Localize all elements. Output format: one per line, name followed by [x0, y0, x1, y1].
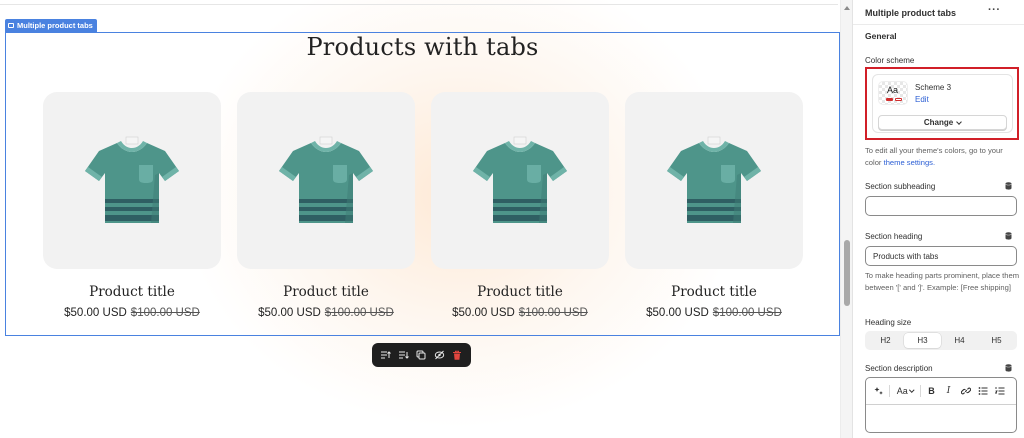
link-icon[interactable]: [957, 384, 974, 398]
swatch-text: Aa: [887, 85, 899, 95]
sale-price: $50.00 USD: [452, 307, 515, 319]
settings-group-title: General: [865, 31, 897, 41]
settings-panel: Multiple product tabs ··· General Color …: [852, 0, 1024, 438]
section-description-editor[interactable]: Aa B I: [865, 377, 1017, 433]
product-image[interactable]: [625, 92, 803, 269]
product-title[interactable]: Product title: [43, 284, 221, 300]
heading-size-h3[interactable]: H3: [904, 333, 941, 348]
product-price: $50.00 USD $100.00 USD: [237, 307, 415, 319]
theme-settings-link[interactable]: theme settings.: [884, 158, 936, 167]
product-card[interactable]: Product title $50.00 USD $100.00 USD: [625, 92, 803, 319]
heading-size-label: Heading size: [865, 318, 912, 327]
preview-canvas: Multiple product tabs Products with tabs…: [0, 0, 852, 438]
section-subheading-label: Section subheading: [865, 182, 936, 191]
section-heading: Products with tabs: [306, 33, 539, 61]
numbered-list-icon[interactable]: [991, 384, 1008, 398]
dynamic-source-icon[interactable]: [1005, 364, 1012, 372]
delete-icon[interactable]: [450, 348, 464, 362]
scroll-thumb[interactable]: [844, 240, 850, 306]
section-description-label: Section description: [865, 364, 933, 373]
tshirt-icon: [667, 136, 761, 223]
compare-price: $100.00 USD: [324, 307, 394, 319]
scroll-up-arrow-icon[interactable]: [844, 6, 850, 10]
toolbar-separator: [889, 385, 890, 397]
sale-price: $50.00 USD: [646, 307, 709, 319]
annotation-highlight-box: Aa Scheme 3 Edit Change: [865, 67, 1019, 140]
heading-size-h5[interactable]: H5: [978, 333, 1015, 348]
text-format-label: Aa: [896, 386, 908, 396]
heading-size-h2[interactable]: H2: [867, 333, 904, 348]
duplicate-icon[interactable]: [414, 348, 428, 362]
swatch-button-primary: [886, 98, 893, 101]
product-title[interactable]: Product title: [237, 284, 415, 300]
product-title[interactable]: Product title: [431, 284, 609, 300]
change-button-label: Change: [923, 118, 954, 127]
bullet-list-icon[interactable]: [974, 384, 991, 398]
tshirt-icon: [85, 136, 179, 223]
rich-text-toolbar: Aa B I: [866, 378, 1016, 405]
italic-icon[interactable]: I: [940, 384, 957, 398]
canvas-divider: [0, 4, 838, 5]
heading-size-selector: H2 H3 H4 H5: [865, 331, 1017, 350]
product-card[interactable]: Product title $50.00 USD $100.00 USD: [43, 92, 221, 319]
ai-sparkle-icon[interactable]: [870, 384, 887, 398]
tshirt-icon: [279, 136, 373, 223]
tshirt-icon: [473, 136, 567, 223]
move-down-icon[interactable]: [397, 348, 411, 362]
chevron-down-icon: [909, 387, 914, 393]
chevron-down-icon: [956, 118, 963, 125]
compare-price: $100.00 USD: [130, 307, 200, 319]
toolbar-separator: [920, 385, 921, 397]
compare-price: $100.00 USD: [518, 307, 588, 319]
change-scheme-button[interactable]: Change: [878, 115, 1007, 130]
section-tag[interactable]: Multiple product tabs: [5, 19, 97, 32]
section-heading-input[interactable]: Products with tabs: [865, 246, 1017, 266]
section-heading-label: Section heading: [865, 232, 923, 241]
section-floating-toolbar: [372, 343, 471, 367]
swatch-button-secondary: [895, 98, 902, 101]
color-scheme-help: To edit all your theme's colors, go to y…: [865, 145, 1020, 168]
scheme-edit-link[interactable]: Edit: [915, 95, 929, 104]
hide-icon[interactable]: [432, 348, 446, 362]
text-format-dropdown[interactable]: Aa: [892, 384, 918, 398]
panel-title: Multiple product tabs: [865, 8, 956, 18]
dynamic-source-icon[interactable]: [1005, 182, 1012, 190]
section-tag-label: Multiple product tabs: [17, 21, 93, 30]
product-price: $50.00 USD $100.00 USD: [43, 307, 221, 319]
panel-divider: [853, 24, 1024, 25]
section-icon: [8, 23, 14, 28]
dynamic-source-icon[interactable]: [1005, 232, 1012, 240]
sale-price: $50.00 USD: [64, 307, 127, 319]
sale-price: $50.00 USD: [258, 307, 321, 319]
move-up-icon[interactable]: [379, 348, 393, 362]
product-price: $50.00 USD $100.00 USD: [431, 307, 609, 319]
product-image[interactable]: [237, 92, 415, 269]
color-scheme-label: Color scheme: [865, 56, 915, 65]
bold-icon[interactable]: B: [923, 384, 940, 398]
more-actions-icon[interactable]: ···: [988, 4, 1001, 16]
scheme-swatch[interactable]: Aa: [878, 81, 908, 105]
section-subheading-input[interactable]: [865, 196, 1017, 216]
section-heading-help: To make heading parts prominent, place t…: [865, 271, 1020, 292]
preview-scrollbar[interactable]: [840, 0, 852, 438]
product-image[interactable]: [431, 92, 609, 269]
product-price: $50.00 USD $100.00 USD: [625, 307, 803, 319]
color-scheme-picker[interactable]: Aa Scheme 3 Edit Change: [872, 74, 1013, 133]
heading-size-h4[interactable]: H4: [941, 333, 978, 348]
scheme-name: Scheme 3: [915, 83, 952, 92]
product-card[interactable]: Product title $50.00 USD $100.00 USD: [431, 92, 609, 319]
compare-price: $100.00 USD: [712, 307, 782, 319]
product-image[interactable]: [43, 92, 221, 269]
product-title[interactable]: Product title: [625, 284, 803, 300]
product-card[interactable]: Product title $50.00 USD $100.00 USD: [237, 92, 415, 319]
